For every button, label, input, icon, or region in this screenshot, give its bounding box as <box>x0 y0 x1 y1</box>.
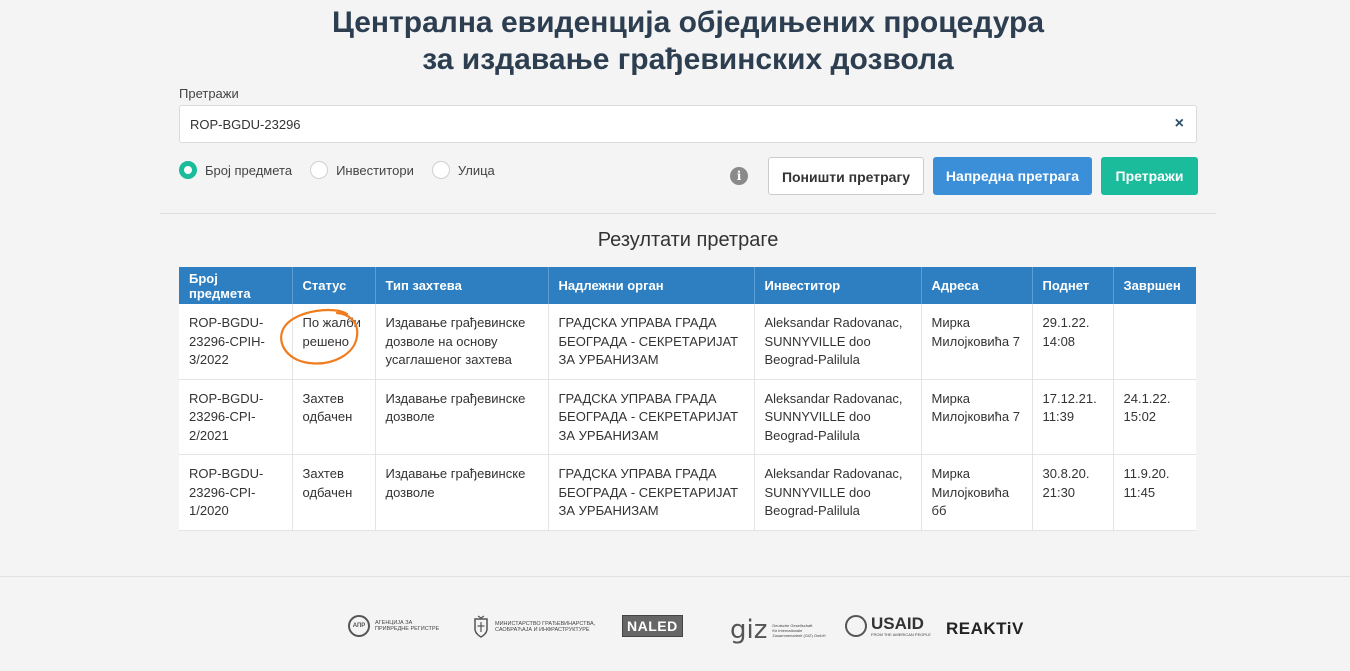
usaid-tagline: FROM THE AMERICAN PEOPLE <box>871 632 931 637</box>
search-type-radio-group: Број предмета Инвеститори Улица <box>179 161 513 179</box>
apr-logo[interactable]: АПР АГЕНЦИЈА ЗА ПРИВРЕДНЕ РЕГИСТРЕ <box>348 615 439 637</box>
column-header[interactable]: Завршен <box>1113 267 1196 304</box>
search-box: × <box>179 105 1197 143</box>
investor-cell: Aleksandar Radovanac, SUNNYVILLE doo Beo… <box>754 379 922 455</box>
submitted-cell: 30.8.20. 21:30 <box>1032 454 1114 531</box>
reset-search-button[interactable]: Поништи претрагу <box>768 157 924 195</box>
footer: АПР АГЕНЦИЈА ЗА ПРИВРЕДНЕ РЕГИСТРЕ МИНИС… <box>0 576 1350 671</box>
investor-cell: Aleksandar Radovanac, SUNNYVILLE doo Beo… <box>754 304 922 380</box>
table-header-row: Број предмета Статус Тип захтева Надлежн… <box>179 267 1196 304</box>
giz-logo[interactable]: giz Deutsche Gesellschaft für Internatio… <box>730 615 826 645</box>
advanced-search-button[interactable]: Напредна претрага <box>933 157 1092 195</box>
column-header[interactable]: Адреса <box>921 267 1033 304</box>
request-type-cell: Издавање грађевинске дозволе <box>375 454 549 531</box>
status-cell: По жалби решено <box>279 304 376 380</box>
info-icon[interactable]: i <box>730 167 748 185</box>
giz-logo-text: giz <box>730 615 768 645</box>
ministry-line2: САОБРАЋАЈА И ИНФРАСТРУКТУРЕ <box>495 627 590 633</box>
ministry-logo-text: МИНИСТАРСТВО ГРАЂЕВИНАРСТВА, САОБРАЋАЈА … <box>495 621 595 634</box>
column-header[interactable]: Надлежни орган <box>548 267 755 304</box>
giz-logo-subtext: Deutsche Gesellschaft für Internationale… <box>772 623 825 638</box>
reaktiv-logo[interactable]: REAKTiV <box>946 619 1024 639</box>
case-number-cell[interactable]: ROP-BGDU-23296-CPIH-3/2022 <box>179 304 293 380</box>
radio-investors[interactable]: Инвеститори <box>310 161 414 179</box>
status-cell: Захтев одбачен <box>292 379 376 455</box>
page-title-line2: за издавање грађевинских дозвола <box>422 43 954 76</box>
usaid-logo[interactable]: USAID FROM THE AMERICAN PEOPLE <box>845 615 931 637</box>
investor-cell: Aleksandar Radovanac, SUNNYVILLE doo Beo… <box>754 454 922 531</box>
coat-of-arms-icon <box>474 615 488 638</box>
ministry-logo[interactable]: МИНИСТАРСТВО ГРАЂЕВИНАРСТВА, САОБРАЋАЈА … <box>472 615 595 639</box>
table-row[interactable]: ROP-BGDU-23296-CPIH-3/2022 По жалби реше… <box>179 304 1196 380</box>
submitted-cell: 29.1.22. 14:08 <box>1032 304 1114 380</box>
results-table: Број предмета Статус Тип захтева Надлежн… <box>179 267 1196 531</box>
completed-cell: 11.9.20. 11:45 <box>1113 454 1196 531</box>
authority-cell: ГРАДСКА УПРАВА ГРАДА БЕОГРАДА - СЕКРЕТАР… <box>548 454 755 531</box>
search-input[interactable] <box>180 106 1140 142</box>
radio-street[interactable]: Улица <box>431 161 495 179</box>
radio-label: Број предмета <box>205 162 293 178</box>
case-number-cell[interactable]: ROP-BGDU-23296-CPI-2/2021 <box>179 379 293 455</box>
usaid-seal-icon <box>845 615 867 637</box>
address-cell: Мирка Милојковића 7 <box>921 379 1033 455</box>
status-cell: Захтев одбачен <box>292 454 376 531</box>
request-type-cell: Издавање грађевинске дозволе на основу у… <box>375 304 549 380</box>
column-header[interactable]: Статус <box>292 267 376 304</box>
results-title: Резултати претраге <box>597 229 779 251</box>
naled-logo-text: NALED <box>622 615 683 637</box>
case-number-cell[interactable]: ROP-BGDU-23296-CPI-1/2020 <box>179 454 293 531</box>
radio-label: Инвеститори <box>336 162 414 178</box>
apr-logo-text: АГЕНЦИЈА ЗА ПРИВРЕДНЕ РЕГИСТРЕ <box>375 620 439 633</box>
authority-cell: ГРАДСКА УПРАВА ГРАДА БЕОГРАДА - СЕКРЕТАР… <box>548 379 755 455</box>
column-header[interactable]: Инвеститор <box>754 267 922 304</box>
apr-mark-icon: АПР <box>348 615 370 637</box>
completed-cell <box>1113 304 1196 380</box>
giz-line3: Zusammenarbeit (GIZ) GmbH <box>772 632 826 638</box>
apr-line2: ПРИВРЕДНЕ РЕГИСТРЕ <box>375 626 440 632</box>
authority-cell: ГРАДСКА УПРАВА ГРАДА БЕОГРАДА - СЕКРЕТАР… <box>548 304 755 380</box>
table-row[interactable]: ROP-BGDU-23296-CPI-2/2021 Захтев одбачен… <box>179 379 1196 455</box>
status-text: По жалби решено <box>302 315 361 349</box>
request-type-cell: Издавање грађевинске дозволе <box>375 379 549 455</box>
radio-label: Улица <box>457 162 495 178</box>
address-cell: Мирка Милојковића 7 <box>921 304 1033 380</box>
radio-unchecked-icon[interactable] <box>431 161 450 179</box>
reaktiv-logo-text: REAKTiV <box>946 619 1024 638</box>
radio-case-number[interactable]: Број предмета <box>179 161 292 179</box>
naled-logo[interactable]: NALED <box>622 615 683 637</box>
table-row[interactable]: ROP-BGDU-23296-CPI-1/2020 Захтев одбачен… <box>179 454 1196 531</box>
completed-cell: 24.1.22. 15:02 <box>1113 379 1196 455</box>
search-label: Претражи <box>179 86 239 101</box>
radio-unchecked-icon[interactable] <box>310 161 329 179</box>
column-header[interactable]: Тип захтева <box>375 267 549 304</box>
search-button[interactable]: Претражи <box>1101 157 1198 195</box>
divider <box>160 213 1216 214</box>
usaid-logo-text: USAID FROM THE AMERICAN PEOPLE <box>871 615 931 637</box>
clear-icon[interactable]: × <box>1175 115 1184 133</box>
page-title: Централна евиденција обједињених процеду… <box>0 4 1350 78</box>
address-cell: Мирка Милојковића бб <box>921 454 1033 531</box>
column-header[interactable]: Број предмета <box>179 267 293 304</box>
usaid-name: USAID <box>871 614 924 633</box>
column-header[interactable]: Поднет <box>1032 267 1114 304</box>
page-title-line1: Централна евиденција обједињених процеду… <box>331 6 1045 39</box>
radio-checked-icon[interactable] <box>179 161 197 179</box>
submitted-cell: 17.12.21. 11:39 <box>1032 379 1114 455</box>
